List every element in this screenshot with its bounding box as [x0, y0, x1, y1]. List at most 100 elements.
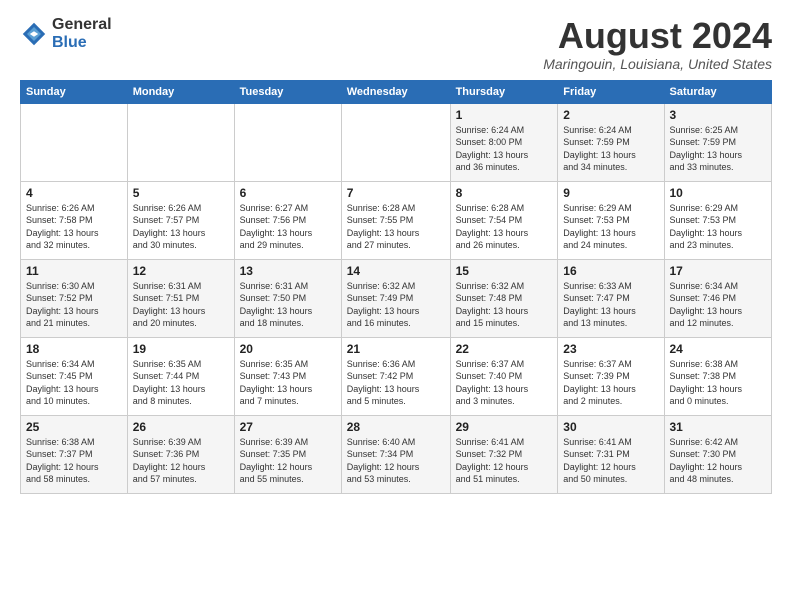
- day-number: 29: [456, 420, 553, 434]
- day-number: 30: [563, 420, 658, 434]
- day-number: 10: [670, 186, 767, 200]
- day-info: Sunrise: 6:41 AM Sunset: 7:31 PM Dayligh…: [563, 436, 658, 486]
- day-number: 24: [670, 342, 767, 356]
- day-number: 1: [456, 108, 553, 122]
- calendar-body: 1 Sunrise: 6:24 AM Sunset: 8:00 PM Daylig…: [21, 103, 772, 493]
- day-info: Sunrise: 6:38 AM Sunset: 7:37 PM Dayligh…: [26, 436, 122, 486]
- day-number: 2: [563, 108, 658, 122]
- day-header-monday: Monday: [127, 80, 234, 103]
- calendar-cell: 12 Sunrise: 6:31 AM Sunset: 7:51 PM Dayli…: [127, 259, 234, 337]
- day-number: 26: [133, 420, 229, 434]
- calendar-cell: 27Sunrise: 6:39 AM Sunset: 7:35 PM Dayli…: [234, 415, 341, 493]
- calendar-table: SundayMondayTuesdayWednesdayThursdayFrid…: [20, 80, 772, 494]
- day-info: Sunrise: 6:34 AM Sunset: 7:46 PM Dayligh…: [670, 280, 767, 330]
- day-info: Sunrise: 6:38 AM Sunset: 7:38 PM Dayligh…: [670, 358, 767, 408]
- day-number: 3: [670, 108, 767, 122]
- day-number: 13: [240, 264, 336, 278]
- day-number: 6: [240, 186, 336, 200]
- title-block: August 2024 Maringouin, Louisiana, Unite…: [543, 16, 772, 72]
- month-title: August 2024: [543, 16, 772, 56]
- logo-text: General Blue: [52, 16, 112, 51]
- day-number: 16: [563, 264, 658, 278]
- calendar-cell: 26 Sunrise: 6:39 AM Sunset: 7:36 PM Dayli…: [127, 415, 234, 493]
- day-info: Sunrise: 6:37 AM Sunset: 7:39 PM Dayligh…: [563, 358, 658, 408]
- calendar-cell: 15 Sunrise: 6:32 AM Sunset: 7:48 PM Dayli…: [450, 259, 558, 337]
- day-info: Sunrise: 6:26 AM Sunset: 7:58 PM Dayligh…: [26, 202, 122, 252]
- day-info: Sunrise: 6:35 AM Sunset: 7:43 PM Dayligh…: [240, 358, 336, 408]
- day-number: 12: [133, 264, 229, 278]
- calendar-cell: 5Sunrise: 6:26 AM Sunset: 7:57 PM Daylig…: [127, 181, 234, 259]
- day-info: Sunrise: 6:33 AM Sunset: 7:47 PM Dayligh…: [563, 280, 658, 330]
- calendar-cell: [341, 103, 450, 181]
- week-row-2: 11 Sunrise: 6:30 AM Sunset: 7:52 PM Dayli…: [21, 259, 772, 337]
- calendar-header: SundayMondayTuesdayWednesdayThursdayFrid…: [21, 80, 772, 103]
- day-number: 22: [456, 342, 553, 356]
- calendar-cell: 28 Sunrise: 6:40 AM Sunset: 7:34 PM Dayli…: [341, 415, 450, 493]
- day-info: Sunrise: 6:41 AM Sunset: 7:32 PM Dayligh…: [456, 436, 553, 486]
- calendar-cell: 25 Sunrise: 6:38 AM Sunset: 7:37 PM Dayli…: [21, 415, 128, 493]
- day-number: 27: [240, 420, 336, 434]
- calendar-cell: 24 Sunrise: 6:38 AM Sunset: 7:38 PM Dayli…: [664, 337, 772, 415]
- day-info: Sunrise: 6:40 AM Sunset: 7:34 PM Dayligh…: [347, 436, 445, 486]
- day-info: Sunrise: 6:25 AM Sunset: 7:59 PM Dayligh…: [670, 124, 767, 174]
- calendar-cell: 18 Sunrise: 6:34 AM Sunset: 7:45 PM Dayli…: [21, 337, 128, 415]
- day-number: 4: [26, 186, 122, 200]
- day-number: 15: [456, 264, 553, 278]
- calendar-cell: 14Sunrise: 6:32 AM Sunset: 7:49 PM Dayli…: [341, 259, 450, 337]
- logo-blue: Blue: [52, 34, 87, 51]
- day-info: Sunrise: 6:37 AM Sunset: 7:40 PM Dayligh…: [456, 358, 553, 408]
- day-info: Sunrise: 6:31 AM Sunset: 7:51 PM Dayligh…: [133, 280, 229, 330]
- day-info: Sunrise: 6:29 AM Sunset: 7:53 PM Dayligh…: [563, 202, 658, 252]
- day-info: Sunrise: 6:42 AM Sunset: 7:30 PM Dayligh…: [670, 436, 767, 486]
- calendar-cell: 2 Sunrise: 6:24 AM Sunset: 7:59 PM Daylig…: [558, 103, 664, 181]
- calendar-cell: 13 Sunrise: 6:31 AM Sunset: 7:50 PM Dayli…: [234, 259, 341, 337]
- day-info: Sunrise: 6:36 AM Sunset: 7:42 PM Dayligh…: [347, 358, 445, 408]
- calendar-page: General Blue August 2024 Maringouin, Lou…: [0, 0, 792, 612]
- day-info: Sunrise: 6:30 AM Sunset: 7:52 PM Dayligh…: [26, 280, 122, 330]
- day-number: 8: [456, 186, 553, 200]
- day-header-wednesday: Wednesday: [341, 80, 450, 103]
- day-number: 18: [26, 342, 122, 356]
- day-number: 5: [133, 186, 229, 200]
- day-info: Sunrise: 6:31 AM Sunset: 7:50 PM Dayligh…: [240, 280, 336, 330]
- day-number: 9: [563, 186, 658, 200]
- day-info: Sunrise: 6:32 AM Sunset: 7:48 PM Dayligh…: [456, 280, 553, 330]
- day-header-thursday: Thursday: [450, 80, 558, 103]
- header: General Blue August 2024 Maringouin, Lou…: [20, 16, 772, 72]
- day-info: Sunrise: 6:34 AM Sunset: 7:45 PM Dayligh…: [26, 358, 122, 408]
- day-info: Sunrise: 6:27 AM Sunset: 7:56 PM Dayligh…: [240, 202, 336, 252]
- calendar-cell: 17 Sunrise: 6:34 AM Sunset: 7:46 PM Dayli…: [664, 259, 772, 337]
- day-number: 11: [26, 264, 122, 278]
- day-number: 28: [347, 420, 445, 434]
- day-header-saturday: Saturday: [664, 80, 772, 103]
- day-info: Sunrise: 6:24 AM Sunset: 7:59 PM Dayligh…: [563, 124, 658, 174]
- week-row-0: 1 Sunrise: 6:24 AM Sunset: 8:00 PM Daylig…: [21, 103, 772, 181]
- header-row: SundayMondayTuesdayWednesdayThursdayFrid…: [21, 80, 772, 103]
- day-number: 31: [670, 420, 767, 434]
- calendar-cell: 29 Sunrise: 6:41 AM Sunset: 7:32 PM Dayli…: [450, 415, 558, 493]
- logo: General Blue: [20, 16, 112, 51]
- day-number: 17: [670, 264, 767, 278]
- day-number: 25: [26, 420, 122, 434]
- calendar-cell: [21, 103, 128, 181]
- calendar-cell: 11 Sunrise: 6:30 AM Sunset: 7:52 PM Dayli…: [21, 259, 128, 337]
- day-header-friday: Friday: [558, 80, 664, 103]
- calendar-cell: 10 Sunrise: 6:29 AM Sunset: 7:53 PM Dayli…: [664, 181, 772, 259]
- logo-icon: [20, 20, 48, 48]
- calendar-cell: 1 Sunrise: 6:24 AM Sunset: 8:00 PM Daylig…: [450, 103, 558, 181]
- calendar-cell: 19Sunrise: 6:35 AM Sunset: 7:44 PM Dayli…: [127, 337, 234, 415]
- day-info: Sunrise: 6:28 AM Sunset: 7:55 PM Dayligh…: [347, 202, 445, 252]
- day-info: Sunrise: 6:32 AM Sunset: 7:49 PM Dayligh…: [347, 280, 445, 330]
- location: Maringouin, Louisiana, United States: [543, 56, 772, 72]
- day-number: 19: [133, 342, 229, 356]
- day-info: Sunrise: 6:28 AM Sunset: 7:54 PM Dayligh…: [456, 202, 553, 252]
- day-info: Sunrise: 6:39 AM Sunset: 7:36 PM Dayligh…: [133, 436, 229, 486]
- calendar-cell: 21Sunrise: 6:36 AM Sunset: 7:42 PM Dayli…: [341, 337, 450, 415]
- calendar-cell: 23 Sunrise: 6:37 AM Sunset: 7:39 PM Dayli…: [558, 337, 664, 415]
- calendar-cell: 9 Sunrise: 6:29 AM Sunset: 7:53 PM Daylig…: [558, 181, 664, 259]
- day-number: 23: [563, 342, 658, 356]
- day-info: Sunrise: 6:29 AM Sunset: 7:53 PM Dayligh…: [670, 202, 767, 252]
- week-row-3: 18 Sunrise: 6:34 AM Sunset: 7:45 PM Dayli…: [21, 337, 772, 415]
- day-info: Sunrise: 6:24 AM Sunset: 8:00 PM Dayligh…: [456, 124, 553, 174]
- day-header-tuesday: Tuesday: [234, 80, 341, 103]
